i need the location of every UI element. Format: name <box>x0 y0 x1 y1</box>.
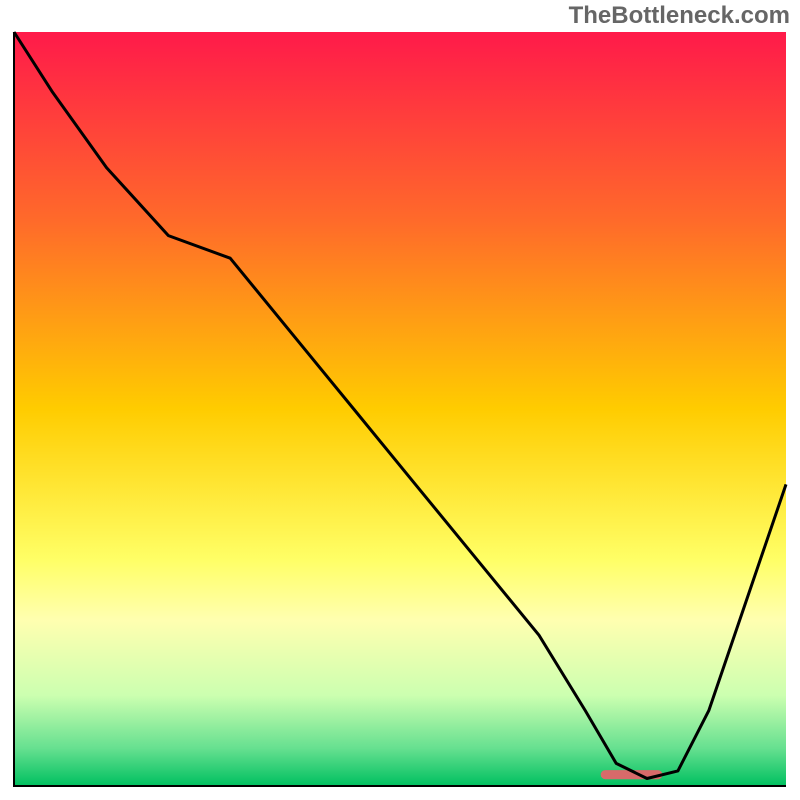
chart-container: TheBottleneck.com <box>0 0 800 800</box>
gradient-background <box>14 32 786 786</box>
watermark-text: TheBottleneck.com <box>569 2 790 30</box>
bottleneck-chart <box>0 0 800 800</box>
